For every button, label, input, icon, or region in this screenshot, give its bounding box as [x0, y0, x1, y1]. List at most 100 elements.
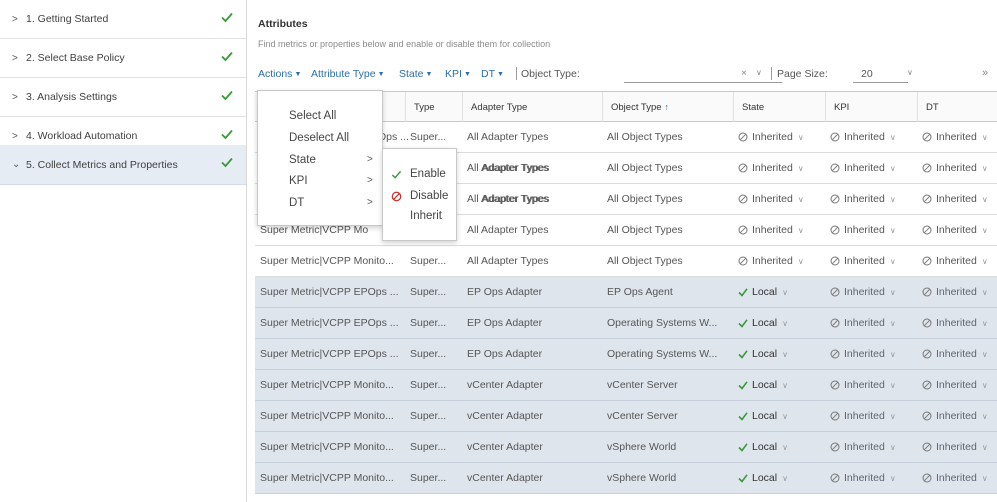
cell-state[interactable]: Inherited ∨ [733, 215, 821, 245]
cell-object-type: vSphere World [607, 441, 677, 453]
inherited-icon [830, 194, 840, 204]
menu-item-state[interactable]: State [289, 154, 316, 166]
cell-kpi[interactable]: Inherited ∨ [825, 463, 913, 493]
table-row[interactable]: Super Metric|VCPP EPOps ... Super... EP Op… [255, 308, 997, 339]
cell-kpi[interactable]: Inherited ∨ [825, 432, 913, 462]
cell-dt[interactable]: Inherited ∨ [917, 184, 997, 214]
cell-dt[interactable]: Inherited ∨ [917, 432, 997, 462]
actions-dropdown[interactable]: Actions ▼ [258, 68, 301, 80]
column-header-kpi[interactable]: KPI [825, 92, 917, 122]
column-header-state[interactable]: State [733, 92, 825, 122]
cell-type: Super... [410, 255, 447, 267]
table-row[interactable]: Super Metric|VCPP Monito... Super... vCent… [255, 463, 997, 494]
cell-state[interactable]: Local ∨ [733, 339, 821, 369]
cell-state[interactable]: Local ∨ [733, 370, 821, 400]
more-columns-icon[interactable]: » [982, 67, 988, 79]
chevron-down-icon: ⌄ [12, 159, 21, 170]
attributes-panel: Attributes Find metrics or properties be… [247, 0, 997, 502]
menu-item-deselect-all[interactable]: Deselect All [289, 132, 349, 144]
cell-kpi[interactable]: Inherited ∨ [825, 370, 913, 400]
inherited-icon [738, 132, 748, 142]
chevron-down-icon: ∨ [797, 163, 804, 173]
cell-state[interactable]: Local ∨ [733, 432, 821, 462]
column-header-type[interactable]: Type [405, 92, 462, 122]
chevron-down-icon: ∨ [797, 132, 804, 142]
disabled-icon [391, 191, 402, 202]
cell-kpi[interactable]: Inherited ∨ [825, 184, 913, 214]
inherited-icon [830, 225, 840, 235]
column-header-adapter-type[interactable]: Adapter Type [462, 92, 602, 122]
chevron-down-icon: ▼ [463, 71, 471, 78]
cell-adapter-type: EP Ops Adapter [467, 348, 543, 360]
cell-dt[interactable]: Inherited ∨ [917, 308, 997, 338]
cell-state[interactable]: Inherited ∨ [733, 153, 821, 183]
cell-type: Super... [410, 317, 447, 329]
cell-dt[interactable]: Inherited ∨ [917, 277, 997, 307]
cell-dt[interactable]: Inherited ∨ [917, 339, 997, 369]
nav-step-analysis-settings[interactable]: > 3. Analysis Settings [0, 78, 246, 117]
cell-kpi[interactable]: Inherited ∨ [825, 153, 913, 183]
cell-state[interactable]: Inherited ∨ [733, 246, 821, 276]
cell-object-type: EP Ops Agent [607, 286, 673, 298]
nav-step-getting-started[interactable]: > 1. Getting Started [0, 0, 246, 39]
state-filter[interactable]: State ▼ [399, 68, 432, 80]
column-header-object-type[interactable]: Object Type ↑ [602, 92, 733, 122]
attribute-type-filter[interactable]: Attribute Type ▼ [311, 68, 385, 80]
check-icon [220, 10, 234, 27]
cell-kpi[interactable]: Inherited ∨ [825, 339, 913, 369]
column-header-dt[interactable]: DT [917, 92, 997, 122]
inherited-icon [830, 380, 840, 390]
cell-kpi[interactable]: Inherited ∨ [825, 277, 913, 307]
cell-state[interactable]: Inherited ∨ [733, 184, 821, 214]
chevron-down-icon: ∨ [889, 318, 896, 328]
menu-item-dt[interactable]: DT [289, 197, 304, 209]
cell-state[interactable]: Local ∨ [733, 277, 821, 307]
table-row[interactable]: Super Metric|VCPP EPOps ... Super... EP Op… [255, 339, 997, 370]
cell-dt[interactable]: Inherited ∨ [917, 246, 997, 276]
cell-dt[interactable]: Inherited ∨ [917, 153, 997, 183]
cell-kpi[interactable]: Inherited ∨ [825, 215, 913, 245]
chevron-down-icon: ∨ [981, 349, 988, 359]
cell-dt[interactable]: Inherited ∨ [917, 122, 997, 152]
submenu-item-disable[interactable]: Disable [383, 188, 457, 208]
nav-step-select-base-policy[interactable]: > 2. Select Base Policy [0, 39, 246, 78]
cell-state[interactable]: Local ∨ [733, 401, 821, 431]
submenu-item-inherit[interactable]: Inherit [383, 208, 457, 228]
inherited-icon [922, 442, 932, 452]
kpi-filter[interactable]: KPI ▼ [445, 68, 471, 80]
cell-kpi[interactable]: Inherited ∨ [825, 401, 913, 431]
cell-state[interactable]: Local ∨ [733, 308, 821, 338]
cell-dt[interactable]: Inherited ∨ [917, 463, 997, 493]
cell-kpi[interactable]: Inherited ∨ [825, 246, 913, 276]
menu-item-select-all[interactable]: Select All [289, 110, 336, 122]
chevron-down-icon: ∨ [981, 163, 988, 173]
page-size-select[interactable]: 20 [853, 65, 908, 83]
chevron-down-icon[interactable]: ∨ [756, 68, 762, 77]
cell-state[interactable]: Local ∨ [733, 463, 821, 493]
table-row[interactable]: Super Metric|VCPP Monito... Super... vCent… [255, 432, 997, 463]
check-icon [738, 412, 748, 421]
cell-dt[interactable]: Inherited ∨ [917, 370, 997, 400]
table-row[interactable]: Super Metric|VCPP Monito... Super... All A… [255, 246, 997, 277]
table-row[interactable]: Super Metric|VCPP Monito... Super... vCent… [255, 401, 997, 432]
table-row[interactable]: Super Metric|VCPP Monito... Super... vCent… [255, 370, 997, 401]
cell-kpi[interactable]: Inherited ∨ [825, 122, 913, 152]
cell-metric-name: Super Metric|VCPP Monito... [260, 410, 394, 422]
dt-filter[interactable]: DT ▼ [481, 68, 504, 80]
check-icon [738, 443, 748, 452]
cell-dt[interactable]: Inherited ∨ [917, 215, 997, 245]
clear-icon[interactable]: × [741, 68, 747, 79]
check-icon [391, 170, 402, 179]
submenu-item-enable[interactable]: Enable [383, 166, 457, 186]
nav-step-collect-metrics[interactable]: ⌄ 5. Collect Metrics and Properties [0, 145, 246, 185]
chevron-down-icon: ∨ [889, 349, 896, 359]
table-row[interactable]: Super Metric|VCPP EPOps ... Super... EP Op… [255, 277, 997, 308]
menu-item-kpi[interactable]: KPI [289, 175, 308, 187]
check-icon [738, 474, 748, 483]
cell-dt[interactable]: Inherited ∨ [917, 401, 997, 431]
chevron-down-icon[interactable]: ∨ [907, 68, 913, 77]
cell-kpi[interactable]: Inherited ∨ [825, 308, 913, 338]
nav-step-label: 4. Workload Automation [26, 130, 138, 142]
check-icon [738, 350, 748, 359]
cell-state[interactable]: Inherited ∨ [733, 122, 821, 152]
